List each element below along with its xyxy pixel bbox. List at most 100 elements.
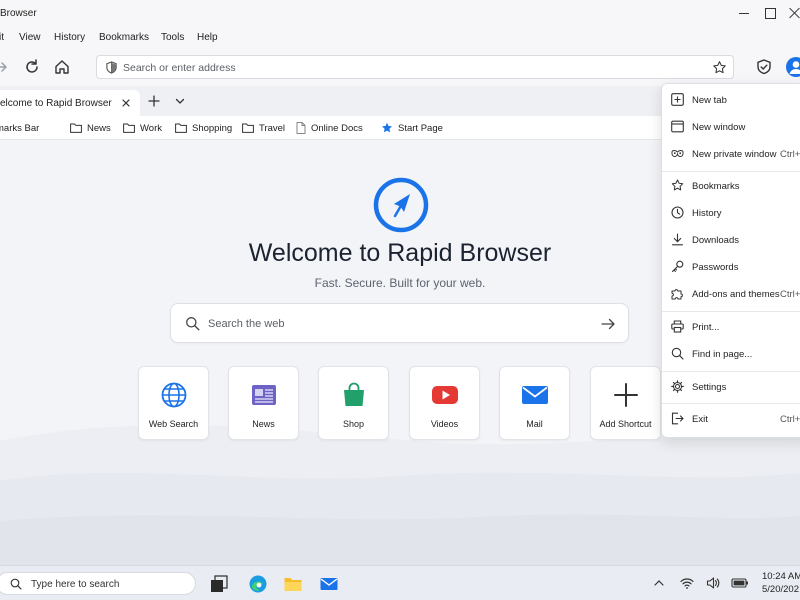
- system-clock[interactable]: 10:24 AM 5/20/202: [762, 570, 800, 596]
- menu-item-new-tab[interactable]: New tab: [662, 88, 800, 112]
- shortcut-shop[interactable]: Shop: [318, 366, 389, 440]
- menu-item-shortcut: Ctrl+: [780, 289, 800, 300]
- home-icon[interactable]: [53, 58, 71, 76]
- menu-view[interactable]: View: [19, 32, 41, 43]
- private-mask-icon: [671, 149, 684, 158]
- bookmark-item[interactable]: Online Docs: [296, 122, 363, 134]
- star-icon: [382, 122, 392, 133]
- shortcut-videos[interactable]: Videos: [409, 366, 480, 440]
- star-icon: [671, 179, 684, 191]
- document-icon: [296, 122, 306, 134]
- bookmark-item[interactable]: Start Page: [381, 122, 443, 134]
- web-search-placeholder: Search the web: [208, 318, 285, 330]
- edge-browser-icon[interactable]: [248, 574, 268, 594]
- close-window-icon[interactable]: [789, 7, 800, 19]
- battery-icon[interactable]: [731, 576, 749, 590]
- menu-item-label: New private window: [692, 149, 777, 160]
- account-avatar-icon[interactable]: [786, 57, 800, 77]
- chevron-down-icon[interactable]: [175, 96, 185, 106]
- puzzle-icon: [671, 289, 683, 300]
- file-explorer-icon[interactable]: [283, 574, 303, 594]
- menu-item-new-window[interactable]: New window: [662, 115, 800, 139]
- arrow-right-icon[interactable]: [600, 316, 616, 332]
- menu-item-downloads[interactable]: Downloads: [662, 228, 800, 252]
- address-bar[interactable]: Search or enter address: [96, 55, 734, 79]
- bookmark-label: Online Docs: [311, 122, 363, 134]
- new-window-icon: [671, 120, 684, 133]
- menu-item-print[interactable]: Print...: [662, 315, 800, 339]
- mail-app-icon[interactable]: [319, 574, 339, 594]
- menu-item-passwords[interactable]: Passwords: [662, 255, 800, 279]
- forward-icon[interactable]: [0, 58, 10, 76]
- bookmark-item[interactable]: Shopping: [175, 122, 232, 134]
- menu-separator: [662, 371, 800, 372]
- taskbar-search[interactable]: Type here to search: [0, 572, 196, 595]
- bookmark-label: Shopping: [192, 122, 233, 134]
- shortcut-news[interactable]: News: [228, 366, 299, 440]
- shortcut-label: Web Search: [148, 419, 199, 429]
- shortcut-web-search[interactable]: Web Search: [138, 366, 209, 440]
- clock-time: 10:24 AM: [762, 571, 800, 582]
- menu-item-settings[interactable]: Settings: [662, 375, 800, 399]
- menu-history[interactable]: History: [54, 32, 85, 43]
- chevron-up-icon[interactable]: [653, 577, 665, 589]
- web-search-box[interactable]: Search the web: [170, 303, 629, 343]
- bookmark-label: Travel: [259, 122, 286, 134]
- tab-welcome[interactable]: elcome to Rapid Browser: [0, 90, 140, 116]
- shortcut-label: News: [252, 419, 275, 429]
- volume-icon[interactable]: [706, 576, 720, 590]
- menu-edit[interactable]: it: [0, 32, 4, 43]
- bookmark-item[interactable]: marks Bar: [0, 122, 39, 134]
- menu-item-label: Exit: [692, 414, 708, 425]
- globe-icon: [161, 382, 187, 408]
- menu-item-bookmarks[interactable]: Bookmarks: [662, 174, 800, 198]
- taskbar: Type here to search 10:24 AM 5/20/202: [0, 565, 800, 600]
- minimize-icon[interactable]: [738, 7, 750, 19]
- menu-item-find[interactable]: Find in page...: [662, 342, 800, 366]
- menu-item-exit[interactable]: Exit Ctrl+: [662, 407, 800, 431]
- bookmark-item[interactable]: Travel: [242, 122, 285, 134]
- shortcut-add[interactable]: Add Shortcut: [590, 366, 661, 440]
- menu-tools[interactable]: Tools: [161, 32, 184, 43]
- exit-icon: [671, 412, 684, 425]
- clock-icon: [671, 206, 684, 219]
- reload-icon[interactable]: [23, 58, 41, 76]
- clock-date: 5/20/202: [762, 584, 799, 595]
- bookmark-label: News: [87, 122, 111, 134]
- shortcut-label: Videos: [430, 419, 459, 429]
- taskbar-search-placeholder: Type here to search: [31, 579, 120, 590]
- menu-item-label: Add-ons and themes: [692, 289, 780, 300]
- menu-help[interactable]: Help: [197, 32, 218, 43]
- shortcut-mail[interactable]: Mail: [499, 366, 570, 440]
- menu-bookmarks[interactable]: Bookmarks: [99, 32, 149, 43]
- window-title: Browser: [0, 8, 37, 19]
- menu-item-label: Bookmarks: [692, 181, 740, 192]
- newspaper-icon: [252, 385, 276, 405]
- menu-item-shortcut: Ctrl+: [780, 149, 800, 160]
- shortcut-label: Mail: [526, 419, 543, 429]
- task-view-icon[interactable]: [209, 574, 229, 594]
- bookmark-label: Start Page: [398, 122, 443, 134]
- menu-item-history[interactable]: History: [662, 201, 800, 225]
- bookmark-item[interactable]: News: [70, 122, 111, 134]
- search-icon: [10, 578, 22, 590]
- shield-icon[interactable]: [105, 61, 118, 74]
- navigation-toolbar: Search or enter address: [0, 48, 800, 86]
- shield-check-icon[interactable]: [755, 58, 773, 76]
- address-placeholder: Search or enter address: [123, 62, 236, 74]
- folder-icon: [242, 123, 254, 133]
- menu-separator: [662, 311, 800, 312]
- search-icon: [671, 347, 684, 360]
- folder-icon: [175, 123, 187, 133]
- bookmark-star-icon[interactable]: [712, 60, 727, 75]
- app-menu: New tab New window New private window Ct…: [661, 83, 800, 438]
- menu-item-new-private-window[interactable]: New private window Ctrl+: [662, 142, 800, 166]
- new-tab-plus-icon[interactable]: [148, 95, 160, 107]
- menu-item-addons[interactable]: Add-ons and themes Ctrl+: [662, 282, 800, 306]
- close-tab-icon[interactable]: [121, 98, 131, 108]
- shortcut-label: Add Shortcut: [599, 419, 652, 429]
- maximize-icon[interactable]: [764, 7, 776, 19]
- bookmark-item[interactable]: Work: [123, 122, 162, 134]
- wifi-icon[interactable]: [680, 576, 694, 590]
- menu-separator: [662, 171, 800, 172]
